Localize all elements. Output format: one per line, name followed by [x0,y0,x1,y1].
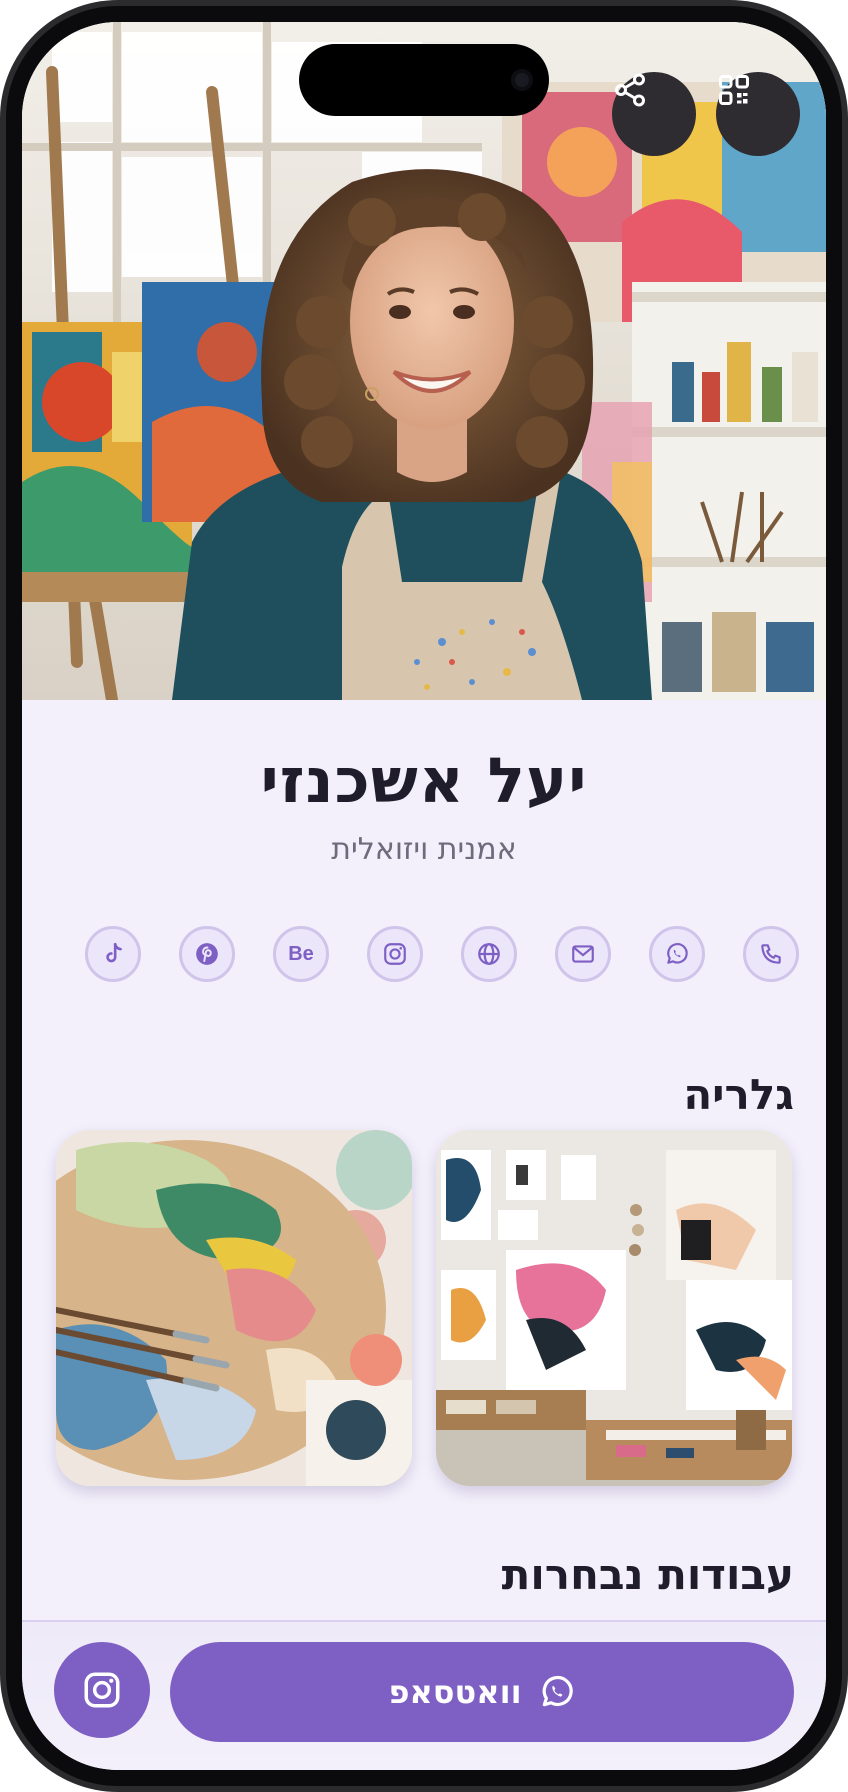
pinterest-button[interactable] [179,926,235,982]
globe-icon [478,943,500,965]
gallery-image-studio[interactable] [436,1130,792,1486]
screen: יעל אשכנזי אמנית ויזואלית Be גלריה עבודו… [22,22,826,1770]
phone-button[interactable] [743,926,799,982]
tiktok-icon [106,942,122,963]
whatsapp-cta-label: וואטסאפ [388,1673,522,1711]
email-button[interactable] [555,926,611,982]
studio-wall-image [436,1130,792,1486]
featured-works-heading: עבודות נבחרות [501,1550,794,1599]
profile-title: אמנית ויזואלית [331,832,517,867]
gallery-image-palette[interactable] [56,1130,412,1486]
contact-icons-row: Be [62,926,799,986]
mail-icon [572,945,594,963]
side-button [0,300,3,370]
whatsapp-icon [542,1676,573,1707]
side-button [843,740,848,850]
divider [22,1620,826,1622]
behance-button[interactable]: Be [273,926,329,982]
whatsapp-cta-button[interactable]: וואטסאפ [170,1642,794,1742]
whatsapp-icon [667,943,688,964]
dynamic-island [299,44,549,116]
phone-icon [761,944,781,964]
camera-icon [511,69,533,91]
share-icon [615,73,645,107]
paint-palette-image [56,1130,412,1486]
whatsapp-button[interactable] [649,926,705,982]
instagram-icon [384,943,406,965]
share-button[interactable] [612,72,696,156]
pinterest-icon [196,943,218,965]
behance-icon: Be [288,942,314,965]
qr-code-icon [719,75,749,105]
instagram-icon [84,1672,120,1708]
instagram-button[interactable] [367,926,423,982]
website-button[interactable] [461,926,517,982]
qr-code-button[interactable] [716,72,800,156]
hero-photo [22,22,826,700]
tiktok-button[interactable] [85,926,141,982]
artist-portrait-image [22,22,826,700]
instagram-cta-button[interactable] [54,1642,150,1738]
phone-frame: יעל אשכנזי אמנית ויזואלית Be גלריה עבודו… [0,0,848,1792]
profile-name: יעל אשכנזי [260,744,588,817]
gallery-heading: גלריה [683,1070,794,1119]
